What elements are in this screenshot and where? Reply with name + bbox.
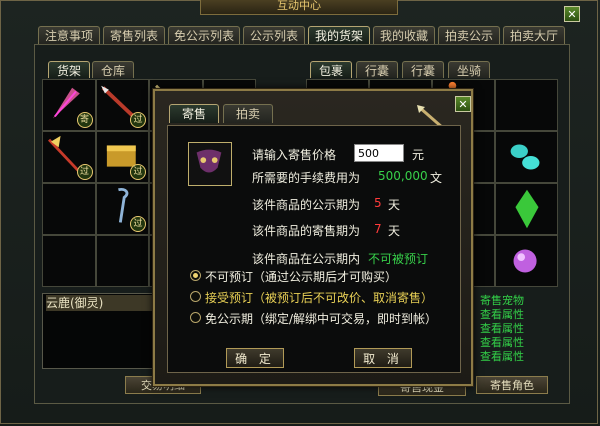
bag-slot[interactable] (495, 183, 558, 235)
consign-period-label: 该件商品的寄售期为 (252, 224, 361, 238)
tab-shelf[interactable]: 货架 (48, 61, 90, 78)
consign-period-unit: 天 (388, 224, 401, 238)
bag-slot[interactable] (495, 79, 558, 131)
price-label: 请输入寄售价格 (252, 148, 337, 162)
consign-form: 请输入寄售价格 500 元 所需要的手续费用为 500,000 文 该件商品的公… (167, 125, 461, 373)
tab-public-list[interactable]: 公示列表 (243, 26, 305, 44)
bag-slot[interactable] (495, 235, 558, 287)
consign-period-value: 7 (374, 222, 382, 236)
tab-auction-public[interactable]: 拍卖公示 (438, 26, 500, 44)
public-period-label: 该件商品的公示期为 (252, 198, 361, 212)
tab-warehouse[interactable]: 仓库 (92, 61, 134, 78)
option-accept-preorder[interactable]: 接受预订（被预订后不可改价、取消寄售） (205, 289, 433, 306)
shelf-slot[interactable]: 过 (42, 131, 96, 183)
consign-badge: 寄 (76, 112, 93, 128)
tab-notes[interactable]: 注意事项 (38, 26, 100, 44)
tab-pack-1[interactable]: 行囊 (356, 61, 398, 78)
link-view-attributes[interactable]: 查看属性 (480, 350, 560, 364)
tab-my-shelf[interactable]: 我的货架 (308, 26, 370, 44)
tab-auction-hall[interactable]: 拍卖大厅 (503, 26, 565, 44)
cancel-button[interactable]: 取 消 (354, 348, 412, 368)
window-title: 互动中心 (200, 0, 398, 15)
price-unit: 元 (412, 148, 425, 162)
shelf-slot[interactable]: 过 (95, 79, 149, 131)
tab-pack-2[interactable]: 行囊 (402, 61, 444, 78)
tab-free-public-list[interactable]: 免公示列表 (168, 26, 240, 44)
price-input[interactable]: 500 (354, 144, 404, 162)
consign-dialog: 寄售 拍卖 ✕ 请输入寄售价格 500 元 所需要的手续费用为 500,000 … (153, 89, 473, 386)
expired-badge: 过 (130, 112, 146, 128)
tab-my-favorites[interactable]: 我的收藏 (373, 26, 435, 44)
tab-mount[interactable]: 坐骑 (448, 61, 490, 78)
radio-accept-preorder[interactable] (190, 291, 201, 302)
shelf-slot[interactable] (42, 235, 96, 287)
link-consign-pet[interactable]: 寄售宠物 (480, 294, 560, 308)
mask-item-icon (196, 149, 222, 173)
fee-value: 500,000 (378, 169, 428, 183)
tab-consign-list[interactable]: 寄售列表 (103, 26, 165, 44)
expired-badge: 过 (130, 164, 146, 180)
fee-label: 所需要的手续费用为 (252, 171, 361, 185)
modal-close-icon[interactable]: ✕ (455, 96, 471, 112)
radio-no-public-period[interactable] (190, 312, 201, 323)
shelf-slot[interactable] (95, 235, 149, 287)
fee-unit: 文 (430, 171, 443, 185)
link-view-attributes[interactable]: 查看属性 (480, 322, 560, 336)
blue-gems-item-icon (510, 144, 540, 170)
link-view-attributes[interactable]: 查看属性 (480, 336, 560, 350)
modal-tab-consign[interactable]: 寄售 (169, 104, 219, 123)
modal-tab-auction[interactable]: 拍卖 (223, 104, 273, 123)
option-no-public-period[interactable]: 免公示期（绑定/解绑中可交易，即时到帐） (205, 310, 437, 327)
window-close-icon[interactable]: ✕ (564, 6, 580, 22)
tab-bag[interactable]: 包裹 (310, 61, 352, 78)
public-period-unit: 天 (388, 198, 401, 212)
shelf-slot[interactable]: 过 (95, 183, 149, 235)
right-link-list: 寄售宠物 查看属性 查看属性 查看属性 查看属性 (480, 294, 560, 364)
bag-slot[interactable] (495, 131, 558, 183)
purple-pearl-item-icon (513, 249, 537, 273)
consign-role-button[interactable]: 寄售角色 (476, 376, 548, 394)
public-period-value: 5 (374, 196, 382, 210)
shelf-slot[interactable]: 寄 (42, 79, 96, 131)
expired-badge: 过 (76, 164, 93, 180)
radio-no-preorder[interactable] (190, 270, 201, 281)
expired-badge: 过 (130, 216, 146, 232)
shelf-slot[interactable] (42, 183, 96, 235)
preorder-label: 该件商品在公示期内 (252, 252, 361, 266)
trade-center-window: 互动中心 ✕ 注意事项 寄售列表 免公示列表 公示列表 我的货架 我的收藏 拍卖… (0, 0, 600, 426)
green-crystal-item-icon (515, 189, 539, 229)
shelf-slot[interactable]: 过 (95, 131, 149, 183)
preorder-value: 不可被预订 (368, 252, 429, 266)
confirm-button[interactable]: 确 定 (226, 348, 284, 368)
link-view-attributes[interactable]: 查看属性 (480, 308, 560, 322)
option-no-preorder[interactable]: 不可预订（通过公示期后才可购买） (205, 268, 397, 285)
consign-item-slot (188, 142, 232, 186)
